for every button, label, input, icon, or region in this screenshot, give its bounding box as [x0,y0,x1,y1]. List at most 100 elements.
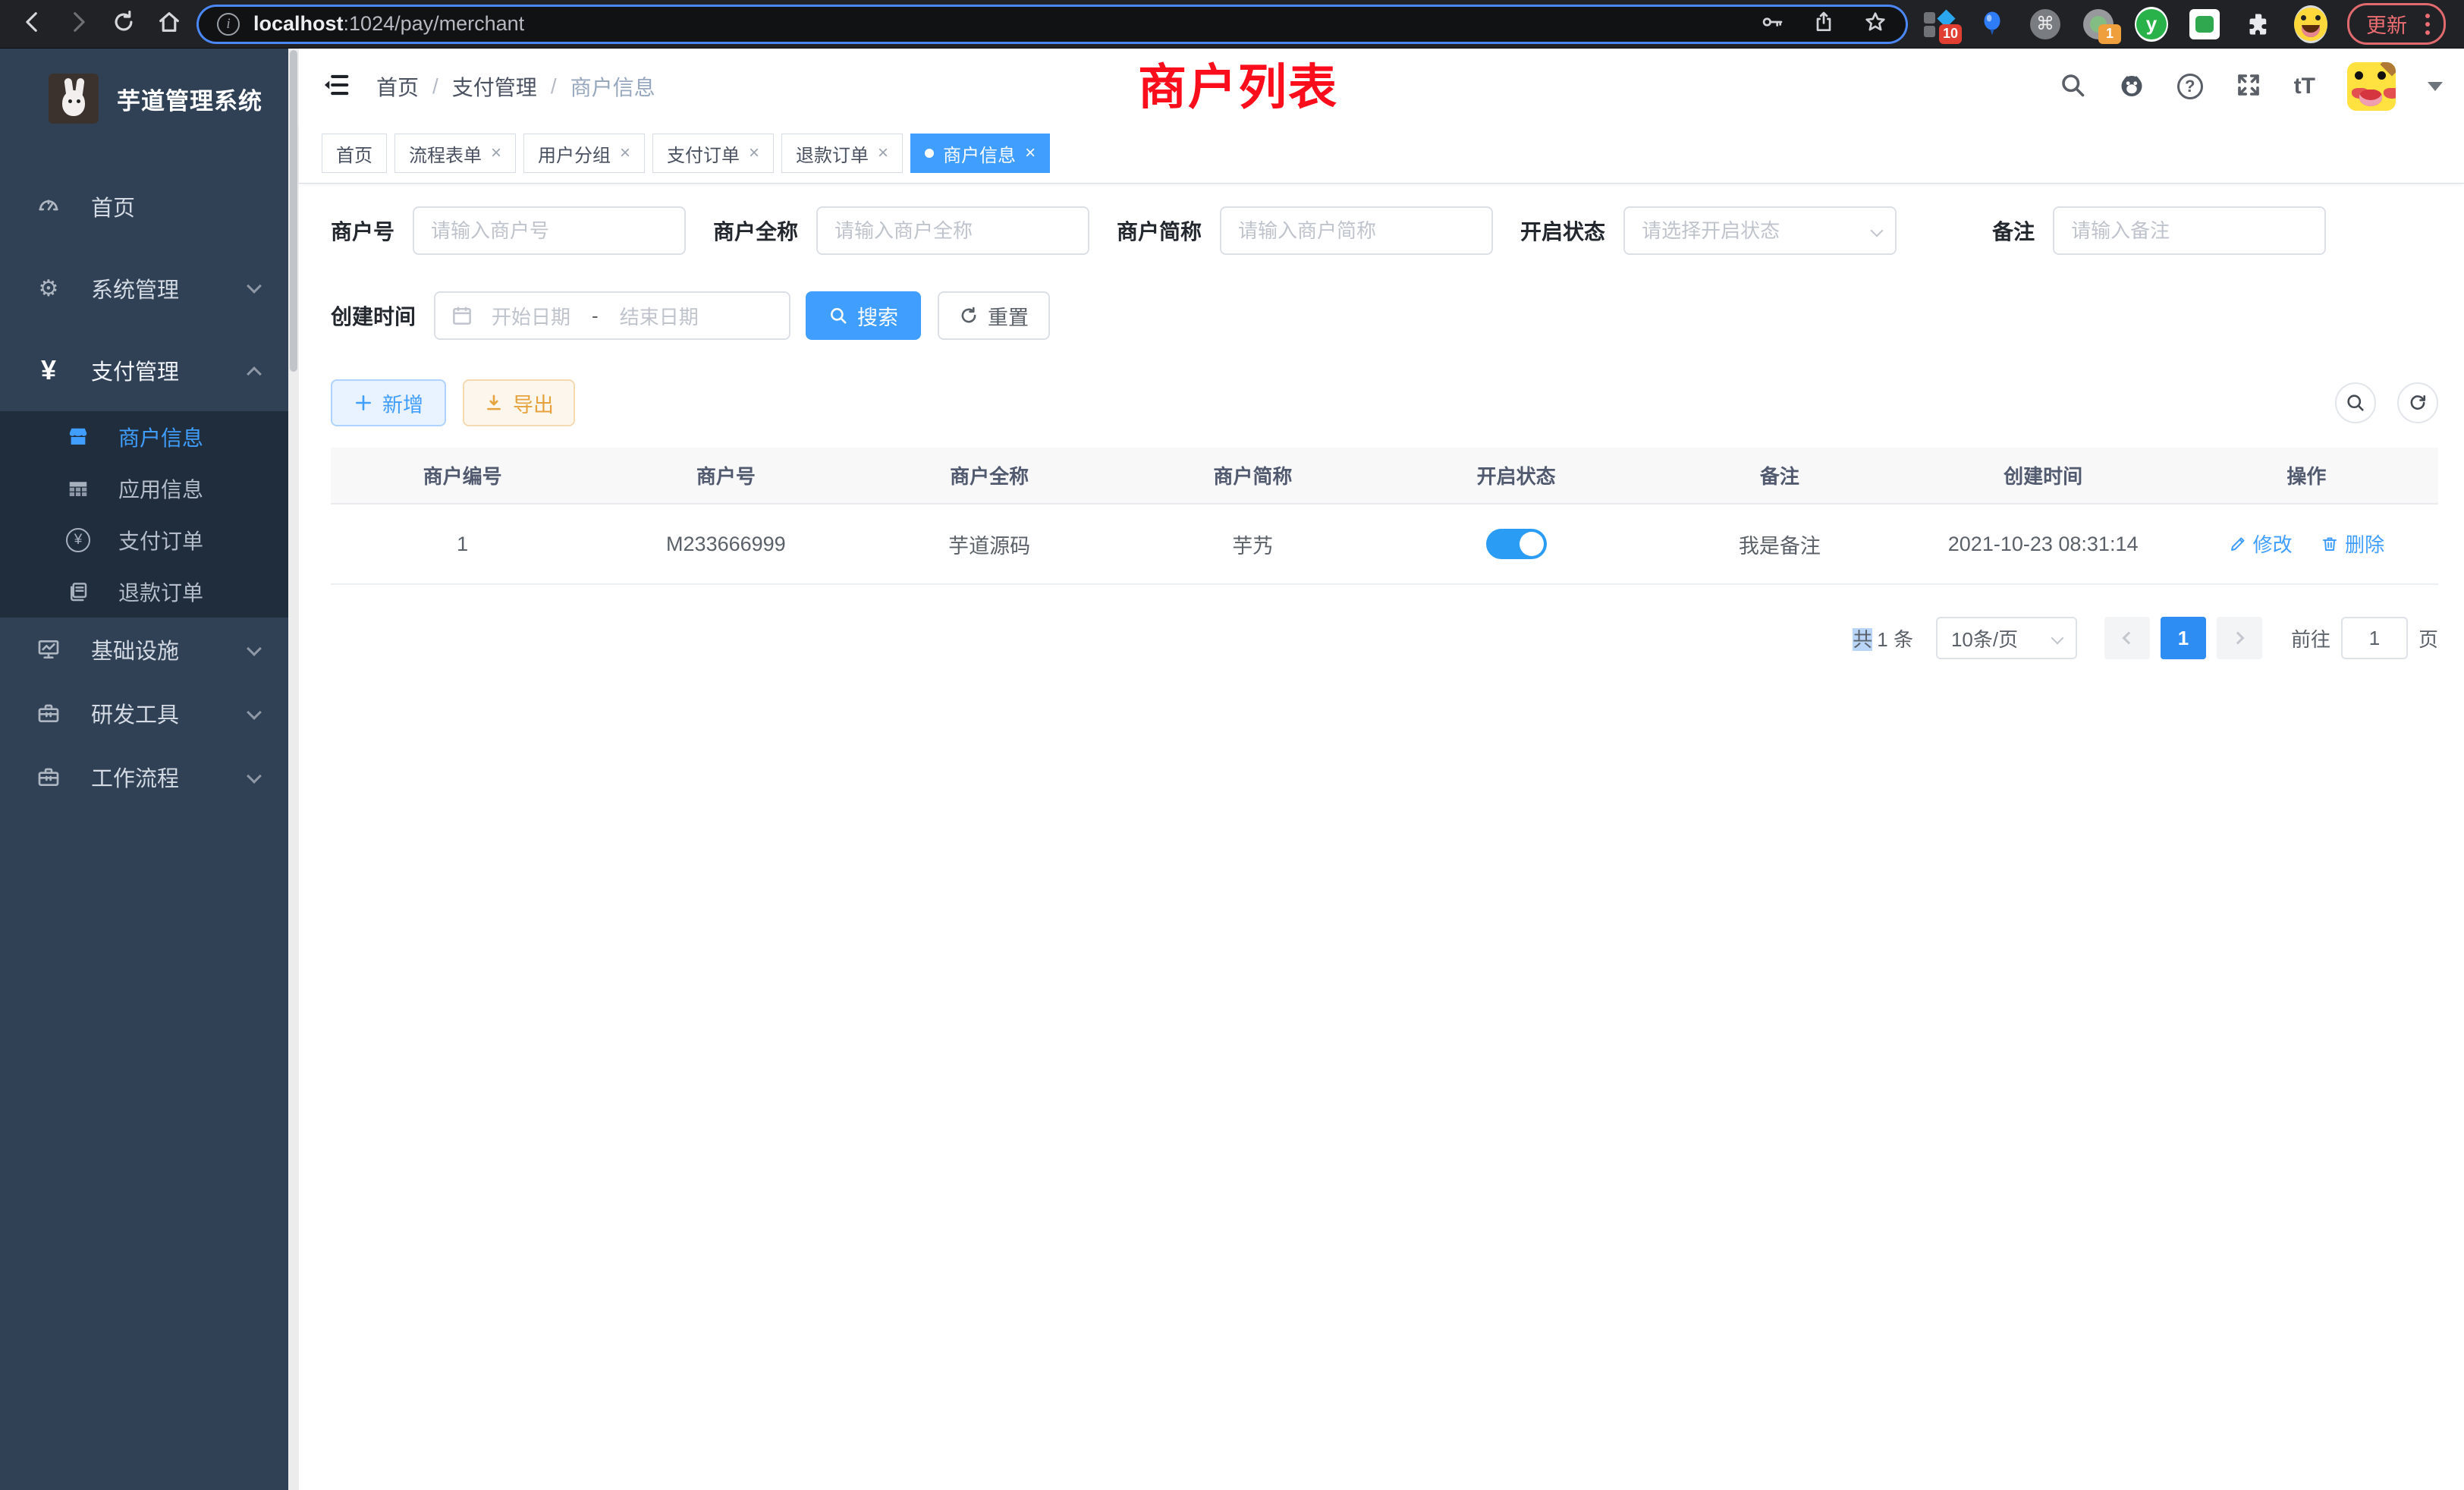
tag-merchant-info[interactable]: 商户信息× [910,134,1050,173]
extension-y-icon[interactable]: y [2135,8,2168,41]
close-icon[interactable]: × [620,144,630,162]
add-button[interactable]: 新增 [331,379,446,426]
gear-icon: ⚙ [33,275,64,302]
status-select[interactable] [1623,206,1897,255]
dashboard-icon [33,194,64,218]
refresh-icon [959,306,979,325]
merchant-no-label: 商户号 [331,215,394,246]
browser-avatar-emoji[interactable] [2294,8,2327,41]
sidebar-item-dev-tools[interactable]: 研发工具 [0,681,288,745]
goto-page-input[interactable] [2341,617,2408,659]
breadcrumb-home[interactable]: 首页 [376,71,419,102]
col-remark: 备注 [1648,448,1911,504]
scrollbar-thumb[interactable] [290,50,297,372]
sidebar-item-payment-orders[interactable]: ¥ 支付订单 [0,514,288,566]
prev-page-button[interactable] [2104,617,2150,659]
col-create-time: 创建时间 [1912,448,2175,504]
extension-badge: 10 [1939,24,1962,44]
browser-forward-icon[interactable] [65,9,91,39]
extension-profile-icon[interactable]: 1 [2082,8,2115,41]
help-icon[interactable]: ? [2177,74,2203,99]
font-size-icon[interactable]: tT [2294,74,2315,99]
search-icon[interactable] [2059,71,2086,102]
github-icon[interactable] [2118,71,2145,102]
chevron-right-icon [2231,632,2244,645]
table-row: 1 M233666999 芋道源码 芋艿 我是备注 2021-10-23 08:… [331,504,2438,584]
sidebar-item-merchant-info[interactable]: 商户信息 [0,411,288,463]
sidebar-item-home[interactable]: 首页 [0,165,288,247]
reset-button[interactable]: 重置 [938,291,1050,340]
breadcrumb-payment[interactable]: 支付管理 [452,71,537,102]
col-status: 开启状态 [1384,448,1648,504]
sidebar-item-refund-orders[interactable]: 退款订单 [0,566,288,618]
tag-home[interactable]: 首页 [322,134,387,173]
close-icon[interactable]: × [1025,144,1036,162]
breadcrumb-merchant-info: 商户信息 [570,71,655,102]
bookmark-star-icon[interactable] [1863,10,1887,38]
extension-balloon-icon[interactable] [1975,8,2009,41]
refresh-button[interactable] [2397,382,2438,423]
sidebar-scrollbar[interactable] [288,49,299,1490]
grid-icon [64,477,93,500]
page-content: 商户号 商户全称 商户简称 开启状态 [299,184,2464,1490]
sidebar-item-app-info[interactable]: 应用信息 [0,463,288,514]
edit-link[interactable]: 修改 [2229,530,2293,558]
next-page-button[interactable] [2217,617,2262,659]
search-icon [2345,392,2366,413]
col-actions: 操作 [2175,448,2438,504]
tag-payment-orders[interactable]: 支付订单× [652,134,774,173]
app-title: 芋道管理系统 [117,82,262,116]
extensions-puzzle-icon[interactable] [2241,8,2274,41]
remark-input[interactable] [2053,206,2326,255]
extension-command-icon[interactable]: ⌘ [2029,8,2062,41]
extension-chat-icon[interactable] [2188,8,2221,41]
tag-refund-orders[interactable]: 退款订单× [781,134,903,173]
share-icon[interactable] [1812,10,1836,38]
close-icon[interactable]: × [749,144,759,162]
site-info-icon[interactable]: i [217,13,240,36]
tag-process-form[interactable]: 流程表单× [394,134,516,173]
extension-pin-icon[interactable]: 10 [1922,8,1956,41]
page-size-select[interactable]: 10条/页 [1936,617,2077,659]
sidebar-item-infrastructure[interactable]: 基础设施 [0,618,288,681]
col-merchant-no: 商户号 [594,448,857,504]
merchant-table: 商户编号 商户号 商户全称 商户简称 开启状态 备注 创建时间 操作 1 [331,448,2438,585]
sidebar-item-system[interactable]: ⚙ 系统管理 [0,247,288,329]
document-icon [64,580,93,603]
show-search-button[interactable] [2335,382,2376,423]
tag-user-group[interactable]: 用户分组× [523,134,645,173]
merchant-no-input[interactable] [413,206,686,255]
yen-icon: ¥ [33,354,64,386]
address-bar[interactable]: i localhost:1024/pay/merchant [199,7,1906,42]
url-text[interactable]: localhost:1024/pay/merchant [253,12,524,36]
trash-icon [2321,535,2339,553]
sidebar-collapse-icon[interactable] [322,71,350,103]
user-avatar[interactable] [2347,62,2396,111]
sidebar-item-workflow[interactable]: 工作流程 [0,745,288,809]
password-key-icon[interactable] [1760,10,1784,38]
create-time-range-picker[interactable]: 开始日期 - 结束日期 [434,291,790,340]
sidebar-item-payment[interactable]: ¥ 支付管理 [0,329,288,411]
update-button[interactable]: 更新 [2347,3,2446,45]
start-date-placeholder: 开始日期 [492,302,570,330]
merchant-full-name-input[interactable] [816,206,1089,255]
avatar-caret-icon[interactable] [2428,82,2443,91]
export-button[interactable]: 导出 [463,379,575,426]
col-short-name: 商户简称 [1121,448,1384,504]
browser-back-icon[interactable] [20,9,46,39]
fullscreen-icon[interactable] [2235,71,2262,102]
close-icon[interactable]: × [491,144,501,162]
search-button[interactable]: 搜索 [806,291,921,340]
status-toggle[interactable] [1486,529,1547,559]
calendar-icon [451,304,473,327]
chevron-left-icon [2122,632,2135,645]
refresh-icon [2407,392,2428,413]
delete-link[interactable]: 删除 [2321,530,2384,558]
browser-home-icon[interactable] [156,9,182,39]
close-icon[interactable]: × [878,144,888,162]
browser-reload-icon[interactable] [111,9,137,39]
merchant-short-name-input[interactable] [1220,206,1493,255]
app-logo [49,74,99,124]
page-number-1[interactable]: 1 [2161,617,2206,659]
browser-menu-icon[interactable] [2425,14,2430,35]
